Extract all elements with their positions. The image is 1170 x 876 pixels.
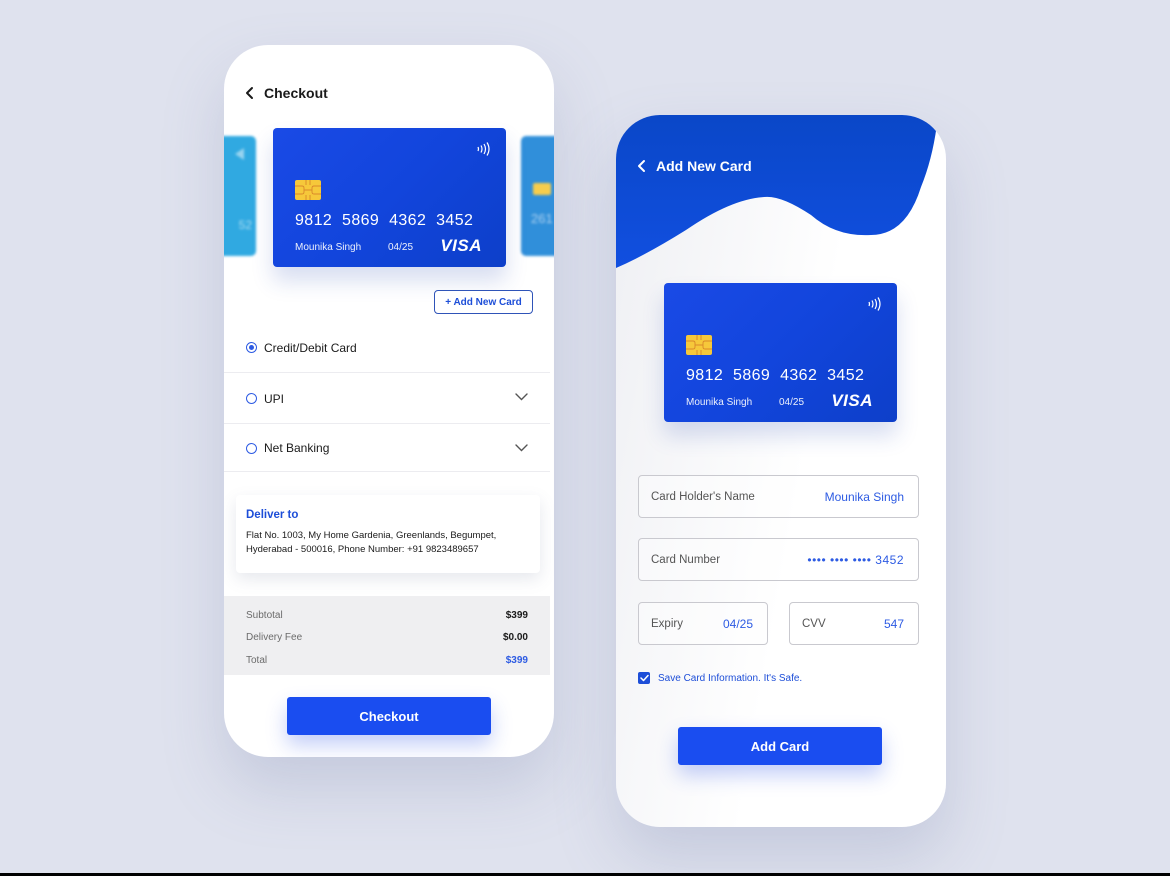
field-value: •••• •••• •••• 3452 xyxy=(807,552,904,567)
summary-total-value: $399 xyxy=(505,654,528,666)
summary-row-subtotal: Subtotal $399 xyxy=(246,604,528,627)
chevron-down-icon[interactable] xyxy=(515,393,528,401)
cvv-field[interactable]: CVV 547 xyxy=(789,602,919,645)
card-holder-name-field[interactable]: Card Holder's Name Mounika Singh xyxy=(638,475,919,518)
checkout-header: Checkout xyxy=(244,85,328,101)
summary-label: Subtotal xyxy=(246,609,283,621)
card-number: 9812 5869 4362 3452 xyxy=(686,367,865,384)
field-value: 547 xyxy=(883,616,904,631)
add-new-card-button[interactable]: + Add New Card xyxy=(434,290,533,314)
field-label: Card Number xyxy=(651,553,721,566)
summary-value: $399 xyxy=(505,609,528,621)
delivery-address-card[interactable]: Deliver to Flat No. 1003, My Home Garden… xyxy=(236,495,540,573)
payment-option-netbanking[interactable]: Net Banking xyxy=(224,425,550,472)
header-wave-background xyxy=(616,115,938,268)
card-holder-name: Mounika Singh xyxy=(295,242,362,253)
page-title: Add New Card xyxy=(656,158,752,174)
field-label: Expiry xyxy=(651,617,683,630)
add-card-screen: Add New Card 9812 5869 4362 3452 Mounika… xyxy=(616,115,946,827)
chip-icon xyxy=(686,335,712,355)
field-value: 04/25 xyxy=(722,616,753,631)
order-summary: Subtotal $399 Delivery Fee $0.00 Total $… xyxy=(224,596,550,675)
selected-credit-card[interactable]: 9812 5869 4362 3452 Mounika Singh 04/25 … xyxy=(273,128,506,267)
save-card-option[interactable]: Save Card Information. It's Safe. xyxy=(638,672,802,684)
card-carousel-prev[interactable]: 52 xyxy=(224,136,256,256)
field-value: Mounika Singh xyxy=(824,489,904,504)
page-title: Checkout xyxy=(264,85,328,101)
payment-option-upi[interactable]: UPI xyxy=(224,374,550,424)
card-holder-name: Mounika Singh xyxy=(686,397,753,408)
field-label: CVV xyxy=(802,617,826,630)
chevron-left-icon[interactable] xyxy=(636,159,648,173)
expiry-field[interactable]: Expiry 04/25 xyxy=(638,602,768,645)
radio-unselected[interactable] xyxy=(246,393,257,404)
card-expiry: 04/25 xyxy=(388,242,414,253)
checkout-button[interactable]: Checkout xyxy=(287,697,491,735)
add-card-button[interactable]: Add Card xyxy=(678,727,882,765)
summary-label: Delivery Fee xyxy=(246,632,303,644)
card-number: 9812 5869 4362 3452 xyxy=(295,212,474,229)
nfc-icon xyxy=(477,142,490,156)
card-preview: 9812 5869 4362 3452 Mounika Singh 04/25 … xyxy=(664,283,897,422)
add-card-header: Add New Card xyxy=(636,158,752,174)
chip-icon xyxy=(295,180,321,200)
save-card-label: Save Card Information. It's Safe. xyxy=(658,672,803,684)
summary-value: $0.00 xyxy=(502,632,528,644)
chevron-down-icon[interactable] xyxy=(515,444,528,452)
summary-label: Total xyxy=(246,654,268,666)
card-carousel-next[interactable]: 261 xyxy=(521,136,554,256)
summary-row-delivery: Delivery Fee $0.00 xyxy=(246,627,528,650)
payment-option-card[interactable]: Credit/Debit Card xyxy=(224,323,550,373)
payment-option-label: Net Banking xyxy=(264,441,330,455)
nfc-icon xyxy=(868,297,881,311)
radio-selected[interactable] xyxy=(246,342,257,353)
save-card-checkbox[interactable] xyxy=(638,672,650,684)
card-logo-icon xyxy=(235,148,244,160)
card-number-fragment: 52 xyxy=(238,218,252,232)
checkout-screen: Checkout 52 261 9812 5869 4362 3452 Moun… xyxy=(224,45,554,757)
radio-unselected[interactable] xyxy=(246,442,257,454)
deliver-to-title: Deliver to xyxy=(246,509,299,521)
payment-option-label: UPI xyxy=(264,391,285,406)
payment-option-label: Credit/Debit Card xyxy=(264,340,357,355)
check-icon xyxy=(639,674,649,682)
card-number-fragment: 261 xyxy=(531,211,553,226)
card-expiry: 04/25 xyxy=(779,397,805,408)
field-label: Card Holder's Name xyxy=(651,490,755,503)
visa-logo: VISA xyxy=(831,391,873,410)
summary-row-total: Total $399 xyxy=(246,649,528,672)
chip-icon xyxy=(533,183,551,195)
delivery-address: Flat No. 1003, My Home Gardenia, Greenla… xyxy=(246,530,497,555)
chevron-left-icon[interactable] xyxy=(244,86,256,100)
card-number-field[interactable]: Card Number •••• •••• •••• 3452 xyxy=(638,538,919,581)
visa-logo: VISA xyxy=(440,236,482,255)
